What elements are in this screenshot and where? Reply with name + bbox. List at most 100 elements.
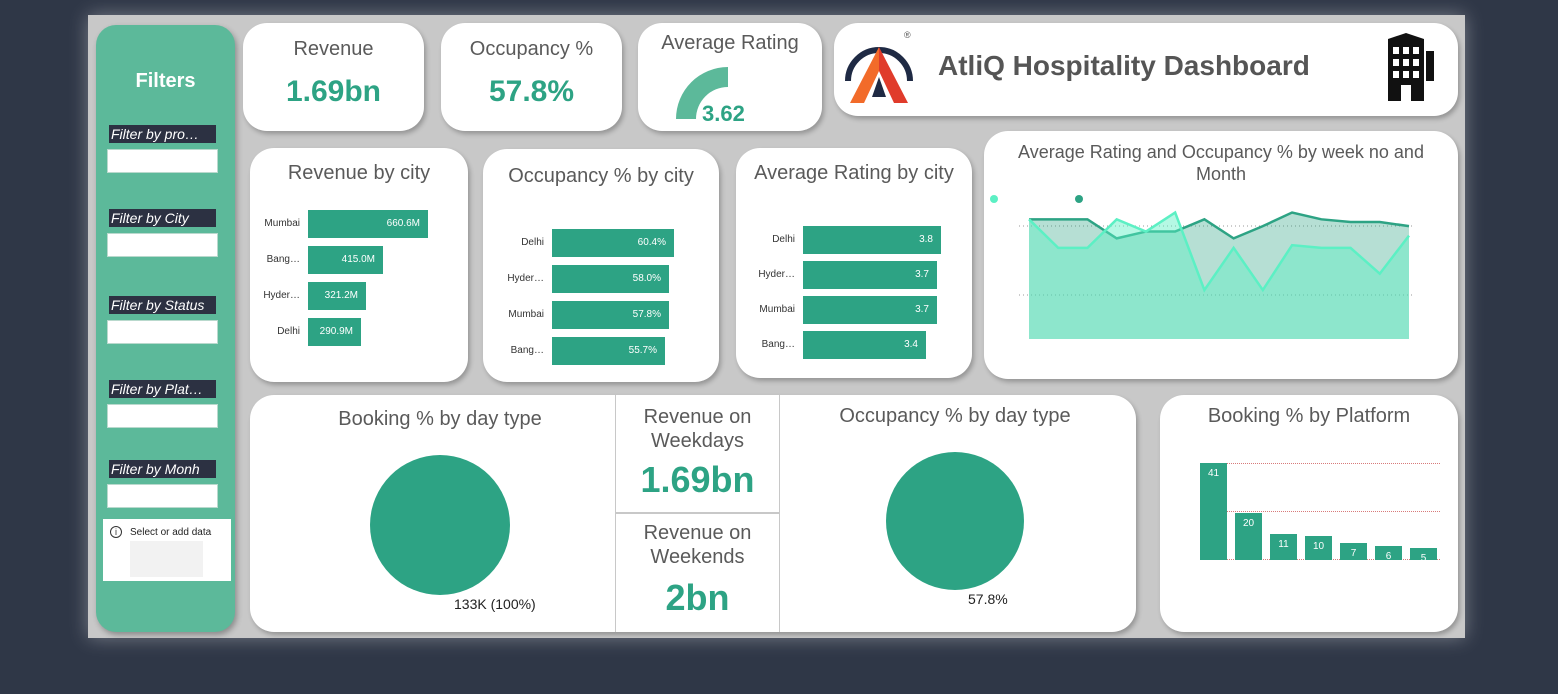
pie-slice-full [370, 455, 510, 595]
booking-daytype-title: Booking % by day type [338, 408, 542, 430]
bar[interactable]: 321.2M [308, 282, 366, 310]
bar-row[interactable]: Bang… 55.7% [483, 337, 719, 365]
platform-bar[interactable]: 6 [1375, 546, 1402, 562]
slicer-city[interactable] [107, 233, 218, 257]
bar-category-label: Hyder… [507, 273, 544, 284]
filters-title: Filters [135, 70, 196, 92]
bar[interactable]: 3.8 [803, 226, 941, 254]
rating-label: Average Rating [661, 32, 799, 54]
occupancy-daytype-label: 57.8% [968, 591, 1008, 607]
bar[interactable]: 415.0M [308, 246, 383, 274]
bar-category-label: Delhi [521, 237, 544, 248]
rating-card[interactable]: Average Rating 3.62 [638, 23, 822, 131]
bar-category-label: Mumbai [759, 304, 795, 315]
occupancy-label: Occupancy % [469, 38, 594, 60]
bar-row[interactable]: Hyder… 321.2M [250, 282, 468, 310]
platform-bar[interactable]: 11 [1270, 534, 1297, 560]
pie-slice-occupancy [886, 452, 1024, 590]
revenue-card[interactable]: Revenue 1.69bn [243, 23, 424, 131]
bar-row[interactable]: Delhi 3.8 [736, 226, 972, 254]
occupancy-city-card[interactable]: Occupancy % by city Delhi 60.4% Hyder… 58.0… [483, 149, 719, 382]
bar-category-label: Bang… [510, 345, 544, 356]
slicer-month[interactable] [107, 484, 218, 508]
bar[interactable]: 3.7 [803, 261, 937, 289]
bar-row[interactable]: Mumbai 3.7 [736, 296, 972, 324]
slicer-label-property: Filter by pro… [109, 125, 216, 143]
slicer-label-city: Filter by City [109, 209, 216, 227]
bar-row[interactable]: Delhi 290.9M [250, 318, 468, 346]
bar-category-label: Hyder… [263, 290, 300, 301]
bar-row[interactable]: Hyder… 3.7 [736, 261, 972, 289]
weekend-revenue-label: Revenue on Weekends [643, 522, 752, 568]
bar[interactable]: 3.4 [803, 331, 926, 359]
slicer-label-month: Filter by Monh [109, 460, 216, 478]
platform-bar[interactable]: 5 [1410, 548, 1437, 564]
slicer-label-platform: Filter by Plat… [109, 380, 216, 398]
revenue-label: Revenue [293, 38, 374, 60]
bar-row[interactable]: Bang… 415.0M [250, 246, 468, 274]
rating-city-chart: Delhi 3.8 Hyder… 3.7 Mumbai 3.7 Bang… 3.4 [736, 148, 972, 378]
daytype-card: Booking % by day type 133K (100%) Revenu… [250, 395, 1136, 632]
platform-chart: 41 20 11 10 7 6 5 [1200, 461, 1440, 564]
filters-pane: Filters Filter by pro… Filter by City Fi… [96, 25, 235, 632]
booking-daytype-label: 133K (100%) [454, 596, 536, 612]
placeholder-visual [130, 541, 203, 577]
atliq-logo-icon [845, 47, 913, 103]
gridline [1200, 511, 1440, 512]
registered-mark: ® [904, 30, 911, 40]
slicer-property[interactable] [107, 149, 218, 173]
revenue-city-card[interactable]: Revenue by city Mumbai 660.6M Bang… 415.0M H… [250, 148, 468, 382]
weekly-trend-card[interactable]: Average Rating and Occupancy % by week n… [984, 131, 1458, 379]
weekend-revenue-value: 2bn [665, 577, 730, 618]
occupancy-value: 57.8% [488, 75, 575, 108]
bar-category-label: Mumbai [264, 218, 300, 229]
bar-row[interactable]: Mumbai 660.6M [250, 210, 468, 238]
dashboard-canvas: Filters Filter by pro… Filter by City Fi… [88, 15, 1465, 638]
platform-bar[interactable]: 20 [1235, 513, 1262, 560]
dashboard-title: AtliQ Hospitality Dashboard [938, 50, 1310, 81]
bar[interactable]: 60.4% [552, 229, 674, 257]
header-card: ® AtliQ Hospitality Dashboard [834, 23, 1458, 116]
bar[interactable]: 290.9M [308, 318, 361, 346]
occupancy-city-chart: Delhi 60.4% Hyder… 58.0% Mumbai 57.8% Bang… 55.… [483, 149, 719, 382]
bar[interactable]: 57.8% [552, 301, 669, 329]
occupancy-card[interactable]: Occupancy % 57.8% [441, 23, 622, 131]
platform-bar[interactable]: 7 [1340, 543, 1367, 560]
bar-category-label: Delhi [277, 326, 300, 337]
revenue-value: 1.69bn [285, 75, 382, 108]
hotel-building-icon [1388, 33, 1434, 101]
bar-row[interactable]: Delhi 60.4% [483, 229, 719, 257]
gridline [1200, 463, 1440, 464]
platform-title: Booking % by Platform [1207, 405, 1411, 427]
bar-row[interactable]: Hyder… 58.0% [483, 265, 719, 293]
slicer-label-status: Filter by Status [109, 296, 216, 314]
platform-card[interactable]: Booking % by Platform 41 20 11 10 7 6 5 [1160, 395, 1458, 632]
rating-city-card[interactable]: Average Rating by city Delhi 3.8 Hyder… 3.7… [736, 148, 972, 378]
bar[interactable]: 660.6M [308, 210, 428, 238]
slicer-platform[interactable] [107, 404, 218, 428]
bar-category-label: Bang… [266, 254, 300, 265]
platform-bar[interactable]: 10 [1305, 536, 1332, 560]
platform-bar[interactable]: 41 [1200, 463, 1227, 560]
divider-middle [615, 512, 780, 514]
weekday-revenue-value: 1.69bn [640, 459, 755, 500]
legend-dot-series-1 [1075, 195, 1083, 203]
slicer-status[interactable] [107, 320, 218, 344]
select-data-text: Select or add data [130, 527, 212, 538]
occupancy-daytype-pie[interactable] [885, 451, 1025, 591]
weekly-trend-chart [990, 195, 1414, 339]
legend-dot-series-2 [990, 195, 998, 203]
weekday-revenue-label: Revenue on Weekdays [643, 406, 752, 452]
booking-daytype-pie[interactable] [368, 453, 512, 597]
bar[interactable]: 3.7 [803, 296, 937, 324]
occupancy-daytype-title: Occupancy % by day type [839, 405, 1071, 427]
bar-row[interactable]: Mumbai 57.8% [483, 301, 719, 329]
bar[interactable]: 58.0% [552, 265, 669, 293]
info-icon: i [110, 526, 122, 538]
bar-category-label: Delhi [772, 234, 795, 245]
select-data-visual[interactable]: i Select or add data [103, 519, 231, 581]
bar-category-label: Mumbai [508, 309, 544, 320]
rating-value: 3.62 [702, 101, 745, 126]
bar[interactable]: 55.7% [552, 337, 665, 365]
bar-row[interactable]: Bang… 3.4 [736, 331, 972, 359]
